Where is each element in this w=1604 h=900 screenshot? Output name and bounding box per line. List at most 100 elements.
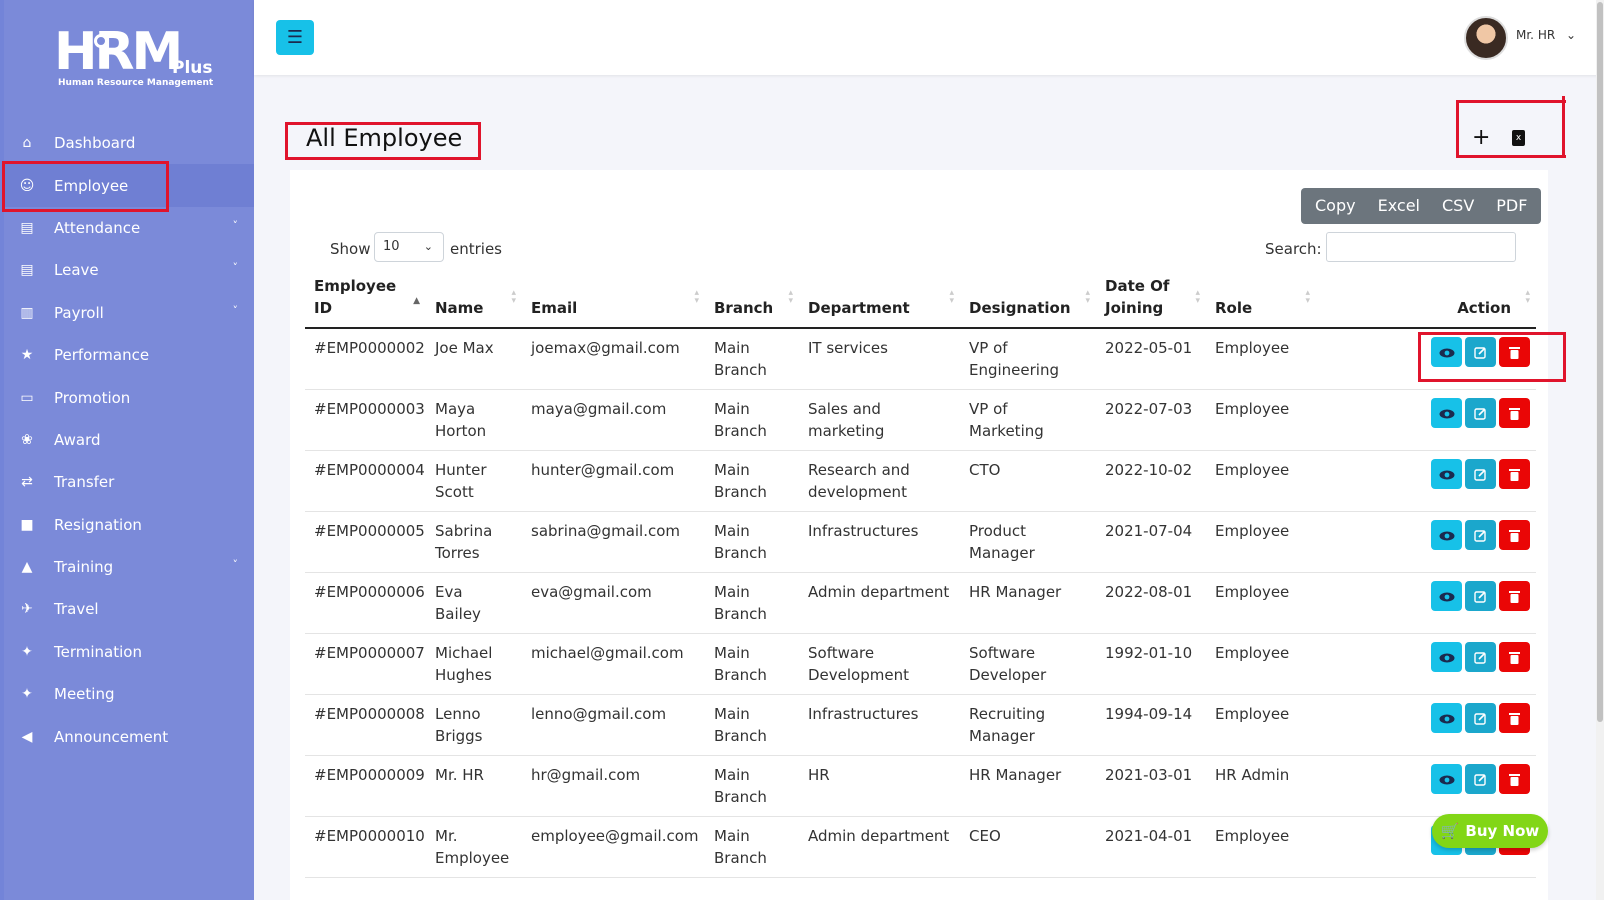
- cell-branch: Main Branch: [705, 328, 799, 390]
- column-header-email[interactable]: Email ▴ ▾: [522, 267, 705, 329]
- receipt-icon: ▥: [20, 304, 34, 321]
- avatar[interactable]: [1464, 16, 1508, 60]
- cell-role: Employee: [1206, 816, 1316, 878]
- sidebar-item-promotion[interactable]: ▭ Promotion: [4, 376, 254, 418]
- cell-email: maya@gmail.com: [522, 389, 705, 451]
- brand-logo[interactable]: HRM Plus Human Resource Management: [54, 22, 214, 94]
- cell-id: #EMP0000010: [305, 816, 426, 878]
- view-button[interactable]: [1431, 642, 1462, 672]
- buy-now-button[interactable]: 🛒 Buy Now: [1432, 814, 1548, 848]
- delete-button[interactable]: [1499, 581, 1530, 611]
- column-header-role[interactable]: Role ▴ ▾: [1206, 267, 1316, 329]
- eye-icon: [1439, 528, 1455, 542]
- sidebar-item-attendance[interactable]: ▤ Attendance ˅: [4, 207, 254, 249]
- sidebar-item-resignation[interactable]: ■ Resignation: [4, 504, 254, 546]
- chevron-down-icon[interactable]: ˅: [233, 219, 239, 232]
- column-header-action[interactable]: Action ▴ ▾: [1316, 267, 1536, 329]
- view-button[interactable]: [1431, 459, 1462, 489]
- cell-doj: 2022-08-01: [1096, 572, 1206, 634]
- edit-icon: [1474, 711, 1487, 725]
- sidebar-item-dashboard[interactable]: ⌂ Dashboard: [4, 122, 254, 164]
- cell-actions: [1316, 572, 1536, 634]
- column-header-date-of-joining[interactable]: Date Of Joining ▴ ▾: [1096, 267, 1206, 329]
- cell-name: Mr. Employee: [426, 816, 522, 878]
- add-employee-icon[interactable]: +: [1472, 125, 1490, 150]
- cell-designation: CEO: [960, 816, 1096, 878]
- chevron-down-icon[interactable]: ⌄: [1566, 28, 1576, 42]
- view-button[interactable]: [1431, 581, 1462, 611]
- delete-button[interactable]: [1499, 459, 1530, 489]
- sort-icon: ▴ ▾: [949, 288, 954, 306]
- user-name[interactable]: Mr. HR: [1516, 28, 1555, 42]
- edit-icon: [1474, 589, 1487, 603]
- file-excel-icon[interactable]: x: [1512, 130, 1525, 146]
- table-row: #EMP0000007 Michael Hughes michael@gmail.c…: [305, 633, 1536, 695]
- cell-doj: 1992-01-10: [1096, 633, 1206, 695]
- export-csv-button[interactable]: CSV: [1431, 188, 1485, 224]
- sidebar-item-label: Performance: [54, 346, 150, 365]
- cell-designation: Product Manager: [960, 511, 1096, 573]
- sidebar-item-label: Training: [54, 558, 114, 577]
- edit-button[interactable]: [1465, 703, 1496, 733]
- handshake-icon: ✦: [21, 686, 33, 703]
- sidebar-item-meeting[interactable]: ✦ Meeting: [4, 673, 254, 715]
- sort-icon: ▲: [413, 296, 420, 306]
- edit-button[interactable]: [1465, 520, 1496, 550]
- cell-doj: 2021-03-01: [1096, 755, 1206, 817]
- column-header-name[interactable]: Name ▴ ▾: [426, 267, 522, 329]
- cell-designation: Recruiting Manager: [960, 694, 1096, 756]
- sidebar-item-performance[interactable]: ★ Performance: [4, 334, 254, 376]
- sidebar-item-leave[interactable]: ▤ Leave ˅: [4, 249, 254, 291]
- delete-button[interactable]: [1499, 642, 1530, 672]
- export-excel-button[interactable]: Excel: [1367, 188, 1431, 224]
- view-button[interactable]: [1431, 520, 1462, 550]
- delete-button[interactable]: [1499, 520, 1530, 550]
- view-button[interactable]: [1431, 764, 1462, 794]
- sidebar-item-transfer[interactable]: ⇄ Transfer: [4, 461, 254, 503]
- menu-toggle-button[interactable]: ☰: [276, 20, 314, 55]
- column-header-employee-id[interactable]: Employee ID ▲: [305, 267, 426, 329]
- sidebar-item-payroll[interactable]: ▥ Payroll ˅: [4, 292, 254, 334]
- chevron-down-icon[interactable]: ˅: [233, 261, 239, 274]
- cell-id: #EMP0000009: [305, 755, 426, 817]
- page-scrollbar[interactable]: [1596, 0, 1604, 900]
- edit-button[interactable]: [1465, 642, 1496, 672]
- column-header-branch[interactable]: Branch ▴ ▾: [705, 267, 799, 329]
- cell-branch: Main Branch: [705, 450, 799, 512]
- sidebar-item-travel[interactable]: ✈ Travel: [4, 588, 254, 630]
- award-icon: ❀: [21, 431, 33, 448]
- export-copy-button[interactable]: Copy: [1301, 188, 1367, 224]
- column-header-department[interactable]: Department ▴ ▾: [799, 267, 960, 329]
- cell-id: #EMP0000005: [305, 511, 426, 573]
- search-label: Search:: [1265, 240, 1322, 258]
- edit-button[interactable]: [1465, 398, 1496, 428]
- edit-icon: [1474, 467, 1487, 481]
- chevron-down-icon[interactable]: ˅: [233, 304, 239, 317]
- column-header-designation[interactable]: Designation ▴ ▾: [960, 267, 1096, 329]
- delete-button[interactable]: [1499, 764, 1530, 794]
- sidebar-item-award[interactable]: ❀ Award: [4, 419, 254, 461]
- edit-button[interactable]: [1465, 764, 1496, 794]
- scrollbar-thumb[interactable]: [1597, 2, 1603, 722]
- sidebar-item-training[interactable]: ▲ Training ˅: [4, 546, 254, 588]
- edit-button[interactable]: [1465, 459, 1496, 489]
- view-button[interactable]: [1431, 703, 1462, 733]
- entries-length-value: 10: [383, 239, 400, 254]
- entries-length-select[interactable]: 10 ⌄: [374, 232, 444, 262]
- eye-icon: [1439, 711, 1455, 725]
- chevron-down-icon[interactable]: ˅: [233, 558, 239, 571]
- sort-icon: ▴ ▾: [1525, 288, 1530, 306]
- sidebar-item-label: Resignation: [54, 515, 142, 534]
- search-input[interactable]: [1326, 232, 1516, 262]
- export-pdf-button[interactable]: PDF: [1485, 188, 1541, 224]
- edit-button[interactable]: [1465, 581, 1496, 611]
- cell-department: Software Development: [799, 633, 960, 695]
- delete-button[interactable]: [1499, 398, 1530, 428]
- delete-button[interactable]: [1499, 703, 1530, 733]
- view-button[interactable]: [1431, 398, 1462, 428]
- sidebar-item-announcement[interactable]: ◀ Announcement: [4, 715, 254, 757]
- cell-role: Employee: [1206, 633, 1316, 695]
- trash-icon: [1509, 528, 1520, 542]
- sidebar-item-termination[interactable]: ✦ Termination: [4, 631, 254, 673]
- sort-icon: ▴ ▾: [1085, 288, 1090, 306]
